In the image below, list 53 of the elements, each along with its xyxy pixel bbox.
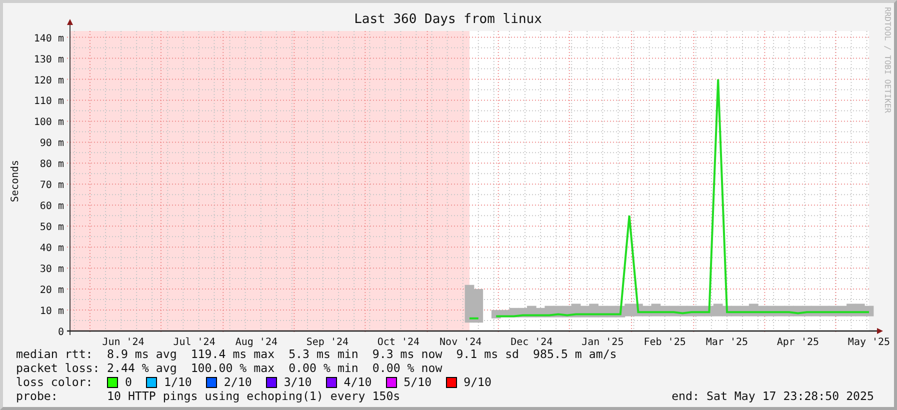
stat-value: 0.00 % now xyxy=(372,361,442,375)
y-tick-label: 10 m xyxy=(40,306,64,318)
y-tick-label: 40 m xyxy=(40,243,64,254)
legend-label: median rtt: xyxy=(16,347,94,361)
legend-label: packet loss: xyxy=(16,361,101,375)
y-tick-label: 20 m xyxy=(40,285,64,296)
stat-value: 8.9 ms avg xyxy=(107,347,177,361)
stat-value: 100.00 % max xyxy=(190,361,275,375)
x-tick-label: Apr '25 xyxy=(776,337,820,347)
stat-value: 5.3 ms min xyxy=(288,347,358,361)
x-tick-label: Aug '24 xyxy=(235,337,278,347)
stat-value: 9.3 ms now xyxy=(372,347,442,361)
y-tick-label: 0 xyxy=(58,327,64,338)
stat-value: 2.44 % avg xyxy=(107,361,177,375)
stat-value: 985.5 m am/s xyxy=(533,347,617,361)
x-tick-label: Jan '25 xyxy=(582,337,624,347)
x-tick-label: Dec '24 xyxy=(510,337,553,347)
legend-label: probe: xyxy=(16,389,59,403)
x-tick-label: Jul '24 xyxy=(173,337,216,347)
stat-value: 119.4 ms max xyxy=(190,347,275,361)
x-tick-label: Sep '24 xyxy=(306,337,349,347)
swatch-label: 3/10 xyxy=(284,375,312,389)
y-tick-label: 120 m xyxy=(34,75,64,86)
x-tick-label: Feb '25 xyxy=(644,337,686,347)
swatch-label: 4/10 xyxy=(344,375,372,389)
y-tick-label: 100 m xyxy=(34,117,64,128)
chart-title: Last 360 Days from linux xyxy=(354,12,542,27)
y-tick-label: 90 m xyxy=(40,138,64,150)
x-tick-label: May '25 xyxy=(848,337,890,347)
y-tick-label: 70 m xyxy=(40,180,64,192)
swatch-label: 1/10 xyxy=(164,375,192,389)
x-tick-label: Jun '24 xyxy=(102,337,144,347)
swatch-label: 0 xyxy=(125,375,132,389)
credit-text: RRDTOOL / TOBI OETIKER xyxy=(883,7,892,113)
x-tick-label: Mar '25 xyxy=(706,337,748,347)
y-tick-label: 80 m xyxy=(40,159,64,170)
stat-value: 0.00 % min xyxy=(288,361,358,375)
y-tick-label: 130 m xyxy=(34,54,64,66)
probe-text: 10 HTTP pings using echoping(1) every 150s xyxy=(107,389,400,403)
swatch-label: 5/10 xyxy=(404,375,432,389)
y-axis-title: Seconds xyxy=(10,160,21,202)
x-tick-label: Nov '24 xyxy=(440,337,482,347)
y-tick-label: 30 m xyxy=(40,264,64,276)
y-tick-label: 110 m xyxy=(34,96,64,108)
y-tick-label: 140 m xyxy=(34,33,64,44)
x-tick-label: Oct '24 xyxy=(377,337,420,347)
swatch-label: 9/10 xyxy=(464,375,492,389)
end-time: end: Sat May 17 23:28:50 2025 xyxy=(672,389,874,403)
legend-label: loss color: xyxy=(16,375,94,389)
stat-value: 9.1 ms sd xyxy=(456,347,520,361)
y-tick-label: 50 m xyxy=(40,222,64,234)
swatch-label: 2/10 xyxy=(224,375,252,389)
y-tick-label: 60 m xyxy=(40,201,64,212)
